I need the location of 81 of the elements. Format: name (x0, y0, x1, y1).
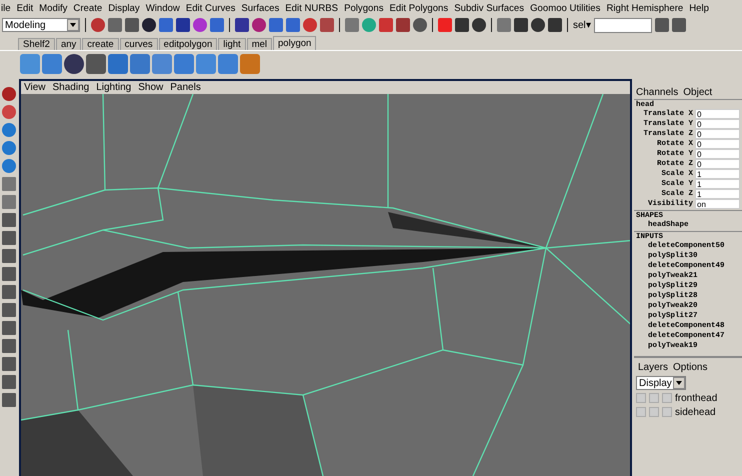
shelf-tab[interactable]: mel (246, 38, 272, 50)
selection-field[interactable] (594, 18, 652, 32)
attribute-field[interactable]: 0 (695, 149, 740, 159)
attribute-field[interactable]: 0 (695, 119, 740, 129)
tool-icon[interactable] (2, 195, 16, 209)
panel-menu-item[interactable]: Shading (52, 82, 90, 93)
tool-icon[interactable] (2, 141, 16, 155)
menu-item[interactable]: Right Hemisphere (606, 2, 684, 14)
menu-item[interactable]: Subdiv Surfaces (454, 2, 524, 14)
caret-icon (673, 377, 685, 389)
menu-item[interactable]: Edit Curves (186, 2, 236, 14)
shelf-tab[interactable]: light (218, 38, 246, 50)
shelf-tab[interactable]: Shelf2 (18, 38, 55, 50)
tool-icon[interactable] (2, 321, 16, 335)
layer-menu-item[interactable]: Options (673, 362, 708, 372)
panel-menu-item[interactable]: Panels (170, 82, 201, 93)
toolbar-icon[interactable] (413, 18, 427, 32)
shelf-tab[interactable]: curves (120, 38, 158, 50)
toolbar-icon[interactable] (142, 18, 156, 32)
tool-icon[interactable] (2, 375, 16, 389)
toolbar-icon[interactable] (672, 18, 686, 32)
attribute-field[interactable]: 0 (695, 139, 740, 149)
tool-icon[interactable] (2, 159, 16, 173)
menu-item[interactable]: Window (146, 2, 180, 14)
color-box[interactable] (662, 407, 672, 417)
selection-label[interactable]: sel▾ (573, 19, 591, 31)
caret-icon (67, 19, 79, 31)
shelf-tool-icon[interactable] (64, 54, 84, 74)
tool-icon[interactable] (2, 123, 16, 137)
template-box[interactable] (649, 407, 659, 417)
menu-item[interactable]: Modify (39, 2, 68, 14)
menu-item[interactable]: Goomoo Utilities (530, 2, 600, 14)
menu-item[interactable]: Help (689, 2, 709, 14)
visibility-box[interactable] (636, 393, 646, 403)
tool-icon[interactable] (2, 177, 16, 191)
shelf-tab[interactable]: polygon (273, 36, 316, 50)
attribute-field[interactable]: 1 (695, 179, 740, 189)
shelf-tab[interactable]: editpolygon (158, 38, 218, 50)
shelf-tab[interactable]: create (82, 38, 119, 50)
menu-item[interactable]: Display (108, 2, 140, 14)
menu-item[interactable]: Create (73, 2, 102, 14)
tool-icon[interactable] (2, 105, 16, 119)
display-dropdown[interactable]: Display (636, 376, 686, 390)
color-box[interactable] (662, 393, 672, 403)
menu-item[interactable]: Surfaces (241, 2, 280, 14)
tool-icon[interactable] (2, 339, 16, 353)
tool-icon[interactable] (2, 213, 16, 227)
tool-icon[interactable] (2, 267, 16, 281)
shelf-tab[interactable]: any (56, 38, 82, 50)
menu-item[interactable]: Polygons (344, 2, 384, 14)
tool-icon[interactable] (2, 87, 16, 101)
tool-icon[interactable] (2, 285, 16, 299)
panel-menu-item[interactable]: View (24, 82, 46, 93)
panel-menu-item[interactable]: Lighting (96, 82, 132, 93)
toolbar-icon[interactable] (654, 18, 669, 32)
tool-icon[interactable] (2, 303, 16, 317)
mode-dropdown[interactable]: Modeling (2, 18, 80, 32)
channel-box-tab[interactable]: Object (683, 86, 712, 98)
layer-name[interactable]: sidehead (675, 406, 716, 418)
attribute-field[interactable]: 1 (695, 189, 740, 199)
attribute-field[interactable]: 0 (695, 129, 740, 139)
layer-name[interactable]: fronthead (675, 392, 718, 404)
menu-item[interactable]: Edit Polygons (390, 2, 448, 14)
attribute-field[interactable]: on (695, 199, 740, 209)
attribute-field[interactable]: 0 (695, 109, 740, 119)
attribute-field[interactable]: 0 (695, 159, 740, 169)
toolbar-icon[interactable] (472, 18, 486, 32)
tool-icon[interactable] (2, 231, 16, 245)
toolbar-icon[interactable] (531, 18, 545, 32)
channel-box-tab[interactable]: Channels (636, 86, 678, 98)
tool-icon[interactable] (2, 357, 16, 371)
attribute-field[interactable]: 1 (695, 169, 740, 179)
panel-menu-item[interactable]: Show (138, 82, 164, 93)
visibility-box[interactable] (636, 407, 646, 417)
tool-icon[interactable] (2, 393, 16, 407)
menu-item[interactable]: Edit NURBS (285, 2, 338, 14)
tool-icon[interactable] (2, 249, 16, 263)
menu-item[interactable]: Edit (16, 2, 34, 14)
template-box[interactable] (649, 393, 659, 403)
layer-menu-item[interactable]: Layers (638, 362, 668, 372)
menu-item[interactable]: ile (1, 2, 11, 14)
